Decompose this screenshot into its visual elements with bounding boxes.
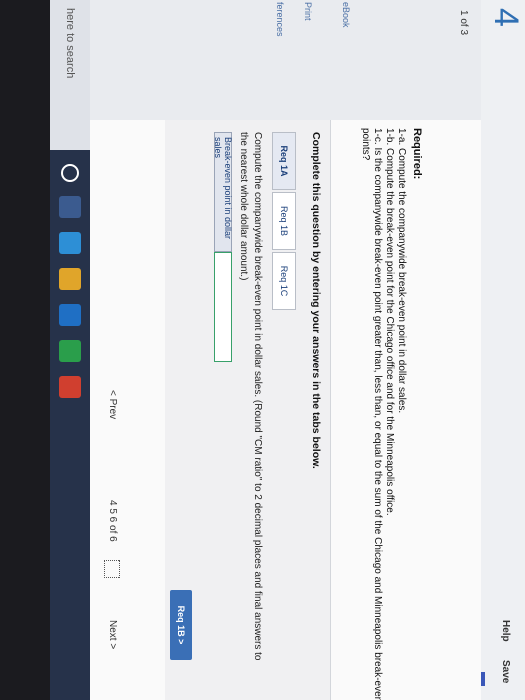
page-numbers[interactable]: 4 5 6 of 6 [107, 500, 118, 542]
grid-icon[interactable] [104, 560, 120, 578]
prev-button[interactable]: < Prev [107, 390, 118, 419]
required-title: Required: [411, 128, 423, 180]
page-count: 1 of 3 [458, 10, 469, 36]
help-link[interactable]: Help [500, 620, 511, 642]
main-content: Required: 1-a. Compute the companywide b… [90, 120, 481, 700]
required-line: 1-a. Compute the companywide break-even … [396, 128, 407, 414]
next-button[interactable]: Next > [107, 620, 118, 649]
laptop-bezel: hp [0, 0, 50, 700]
tab-req-1b[interactable]: Req 1B [272, 192, 296, 250]
required-line: points? [360, 128, 371, 161]
edge-icon[interactable] [59, 232, 81, 254]
app-icon-red[interactable] [59, 376, 81, 398]
instructions-text: Compute the companywide break-even point… [238, 132, 264, 661]
taskbar-search[interactable]: here to search [50, 0, 90, 150]
answer-panel: Complete this question by entering your … [165, 120, 331, 700]
req-tabs: Req 1A Req 1B Req 1C [272, 132, 296, 312]
pagination: < Prev 4 5 6 of 6 Next > [96, 120, 126, 700]
rail-item-ebook[interactable]: eBook [341, 2, 351, 28]
tab-req-1c[interactable]: Req 1C [272, 252, 296, 310]
app-icon[interactable] [59, 340, 81, 362]
save-link[interactable]: Save [500, 660, 511, 683]
rail-item-print[interactable]: Print [303, 2, 313, 21]
task-view-icon[interactable] [59, 196, 81, 218]
taskbar: here to search [50, 0, 90, 700]
file-explorer-icon[interactable] [59, 268, 81, 290]
screen: 4 Help Save 1 of 3 eBook Print ferences … [0, 0, 525, 700]
rail-item-references[interactable]: ferences [275, 2, 285, 37]
required-line: 1-b. Compute the break-even point for th… [384, 128, 395, 516]
left-rail: 1 of 3 eBook Print ferences [90, 0, 481, 120]
break-even-input[interactable] [214, 252, 232, 362]
top-bar: 4 Help Save [480, 0, 525, 700]
tab-req-1a[interactable]: Req 1A [272, 132, 296, 190]
next-req-button[interactable]: Req 1B > [170, 590, 192, 660]
cortana-icon[interactable] [61, 164, 79, 182]
required-line: 1-c. Is the companywide break-even point… [372, 128, 383, 700]
panel-title: Complete this question by entering your … [310, 132, 322, 469]
break-even-label: Break-even point in dollar sales [213, 132, 233, 252]
store-icon[interactable] [59, 304, 81, 326]
question-number: 4 [487, 8, 525, 27]
